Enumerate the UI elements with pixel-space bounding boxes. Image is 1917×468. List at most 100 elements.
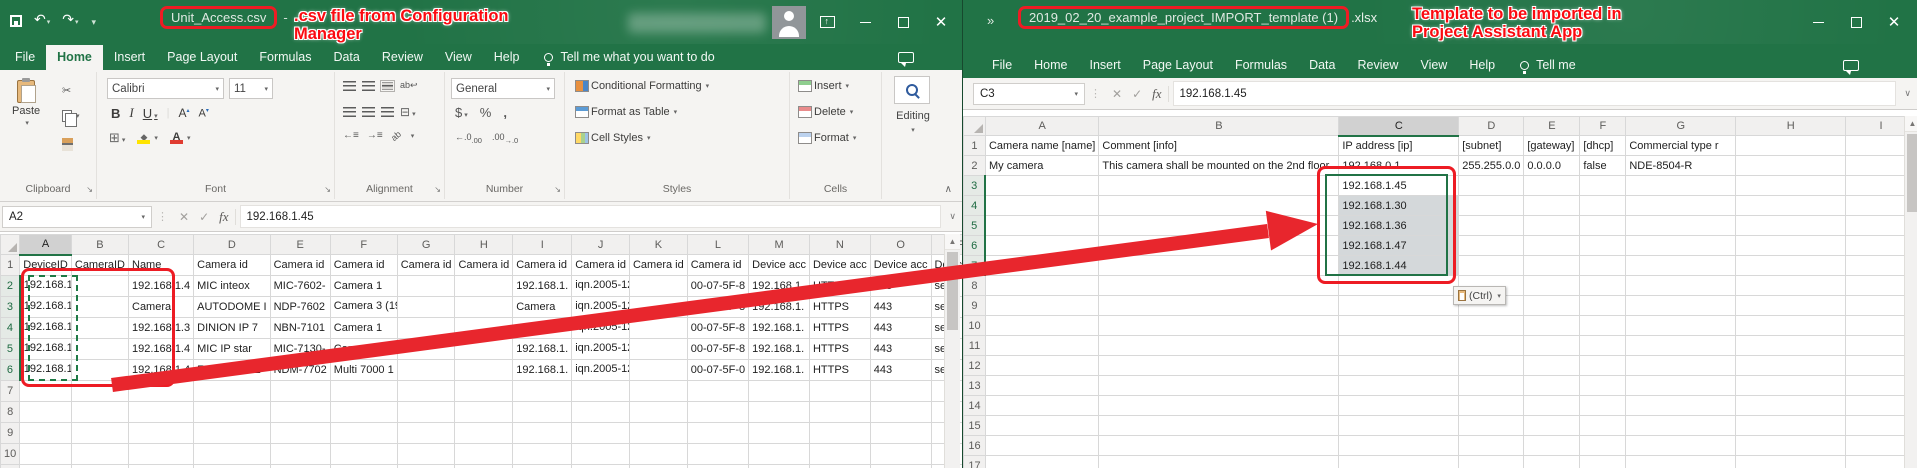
formula-input[interactable]: 192.168.1.45 (1173, 81, 1897, 106)
column-header-B[interactable]: B (71, 235, 128, 255)
cell-F16[interactable] (1580, 436, 1626, 456)
cell-D3[interactable]: AUTODOME I (194, 297, 270, 318)
cell-B14[interactable] (1099, 396, 1339, 416)
cell-J11[interactable] (572, 465, 630, 468)
align-top-icon[interactable] (343, 81, 356, 91)
cell-G10[interactable] (397, 444, 455, 465)
cell-G9[interactable] (397, 423, 455, 444)
cell-J4[interactable]: iqn.2005-12.com.bos (572, 318, 630, 339)
cell-A10[interactable] (985, 316, 1098, 336)
wrap-text-icon[interactable]: ab↩ (400, 80, 418, 91)
cell-M8[interactable] (749, 402, 810, 423)
column-header-G[interactable]: G (397, 235, 455, 255)
cell-C2[interactable]: 192.168.0.1 (1339, 156, 1459, 176)
right-scroll-thumb[interactable] (1907, 134, 1917, 212)
cell-I3[interactable]: Camera (513, 297, 572, 318)
cell-K3[interactable] (629, 297, 687, 318)
format-painter-button[interactable] (62, 138, 73, 151)
cell-E9[interactable] (1524, 296, 1580, 316)
cell-B6[interactable] (1099, 236, 1339, 256)
cell-M9[interactable] (749, 423, 810, 444)
qat-overflow-icon[interactable]: » (987, 13, 994, 28)
cell-A14[interactable] (985, 396, 1098, 416)
cell-H8[interactable] (455, 402, 513, 423)
cell-J6[interactable]: iqn.2005-12.com.bos (572, 360, 630, 381)
cell-L2[interactable]: 00-07-5F-8 (687, 276, 748, 297)
select-all-corner[interactable] (964, 117, 986, 136)
cell-E2[interactable]: 0.0.0.0 (1524, 156, 1580, 176)
column-header-N[interactable]: N (809, 235, 870, 255)
cell-B8[interactable] (71, 402, 128, 423)
cell-I5[interactable]: 192.168.1. (513, 339, 572, 360)
comments-icon[interactable] (1843, 60, 1859, 71)
cell-I8[interactable] (513, 402, 572, 423)
cell-L5[interactable]: 00-07-5F-8 (687, 339, 748, 360)
cell-H6[interactable] (1736, 236, 1846, 256)
column-header-H[interactable]: H (455, 235, 513, 255)
cell-J7[interactable] (572, 381, 630, 402)
cell-O2[interactable]: 443 (870, 276, 931, 297)
enter-icon[interactable]: ✓ (1132, 87, 1142, 101)
row-header-7[interactable]: 7 (1, 381, 20, 402)
cut-button[interactable]: ✂ (62, 84, 71, 97)
cell-A1[interactable]: DeviceID (20, 255, 72, 276)
cell-E7[interactable] (270, 381, 330, 402)
cell-D6[interactable] (1459, 236, 1524, 256)
tab-file[interactable]: File (4, 45, 46, 70)
cell-C6[interactable]: 192.168.1.47 (1339, 236, 1459, 256)
cell-O8[interactable] (870, 402, 931, 423)
cell-I6[interactable]: 192.168.1. (513, 360, 572, 381)
cell-K1[interactable]: Camera id (629, 255, 687, 276)
cell-B6[interactable] (71, 360, 128, 381)
cell-H9[interactable] (455, 423, 513, 444)
cell-B4[interactable] (1099, 196, 1339, 216)
cell-D4[interactable]: DINION IP 7 (194, 318, 270, 339)
cell-H8[interactable] (1736, 276, 1846, 296)
number-dialog-launcher-icon[interactable]: ↘ (554, 185, 561, 194)
restore-button[interactable] (884, 0, 922, 44)
merge-center-icon[interactable]: ⊟▾ (400, 105, 416, 119)
cell-L9[interactable] (687, 423, 748, 444)
cell-B15[interactable] (1099, 416, 1339, 436)
cell-A17[interactable] (985, 456, 1098, 468)
row-header-6[interactable]: 6 (1, 360, 20, 381)
row-header-12[interactable]: 12 (964, 356, 986, 376)
cell-L8[interactable] (687, 402, 748, 423)
cell-O6[interactable]: 443 (870, 360, 931, 381)
column-header-M[interactable]: M (749, 235, 810, 255)
cell-N9[interactable] (809, 423, 870, 444)
cell-G7[interactable] (1626, 256, 1736, 276)
cell-G3[interactable] (397, 297, 455, 318)
cell-E15[interactable] (1524, 416, 1580, 436)
cell-N7[interactable] (809, 381, 870, 402)
cell-G6[interactable] (1626, 236, 1736, 256)
cell-I2[interactable]: 192.168.1. (513, 276, 572, 297)
cell-F10[interactable] (330, 444, 397, 465)
cell-J8[interactable] (572, 402, 630, 423)
column-header-D[interactable]: D (1459, 117, 1524, 136)
formula-bar-splitter[interactable]: ⋮ (1085, 87, 1106, 100)
number-format-combo[interactable]: General▾ (451, 78, 555, 99)
tab-help[interactable]: Help (483, 45, 531, 70)
cell-C17[interactable] (1339, 456, 1459, 468)
cell-J5[interactable]: iqn.2005-12.com.bos (572, 339, 630, 360)
cell-J9[interactable] (572, 423, 630, 444)
cell-D17[interactable] (1459, 456, 1524, 468)
cell-L10[interactable] (687, 444, 748, 465)
cell-H2[interactable] (1736, 156, 1846, 176)
cell-D2[interactable]: MIC inteox (194, 276, 270, 297)
redo-icon[interactable]: ↷▾ (62, 13, 78, 29)
cell-F17[interactable] (1580, 456, 1626, 468)
alignment-dialog-launcher-icon[interactable]: ↘ (434, 185, 441, 194)
cell-I10[interactable] (513, 444, 572, 465)
close-button[interactable]: ✕ (922, 0, 960, 44)
cell-E10[interactable] (1524, 316, 1580, 336)
cell-F1[interactable]: Camera id (330, 255, 397, 276)
editing-search-button[interactable] (894, 76, 930, 104)
cell-N6[interactable]: HTTPS (809, 360, 870, 381)
cell-G5[interactable] (1626, 216, 1736, 236)
cell-A2[interactable]: My camera (985, 156, 1098, 176)
cell-F12[interactable] (1580, 356, 1626, 376)
maximize-button[interactable] (1837, 0, 1875, 44)
cell-E6[interactable]: NDM-7702 (270, 360, 330, 381)
